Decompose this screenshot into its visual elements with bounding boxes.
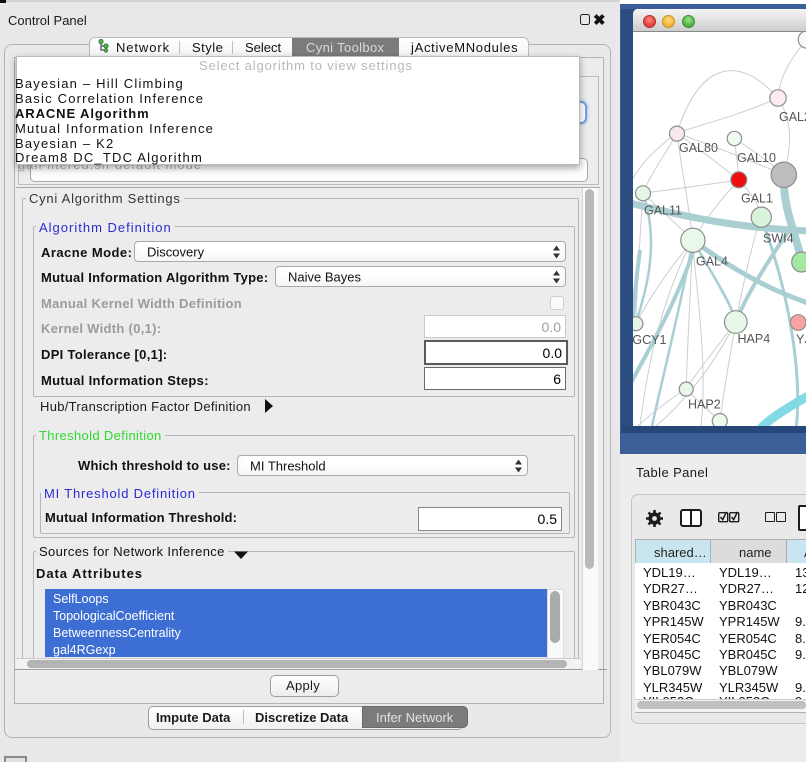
svg-text:GAL10: GAL10 [737,151,776,165]
svg-text:GAL11: GAL11 [644,204,682,218]
svg-text:GAL1: GAL1 [741,192,773,206]
svg-text:SWI4: SWI4 [763,232,794,246]
svg-text:GAL4: GAL4 [696,255,728,269]
svg-text:GAL80: GAL80 [679,141,718,155]
svg-text:GCY1: GCY1 [633,333,666,347]
svg-text:YJ: YJ [796,333,806,347]
svg-text:HAP4: HAP4 [738,332,771,346]
svg-text:HAP2: HAP2 [688,398,721,412]
svg-text:GAL2: GAL2 [779,110,806,124]
